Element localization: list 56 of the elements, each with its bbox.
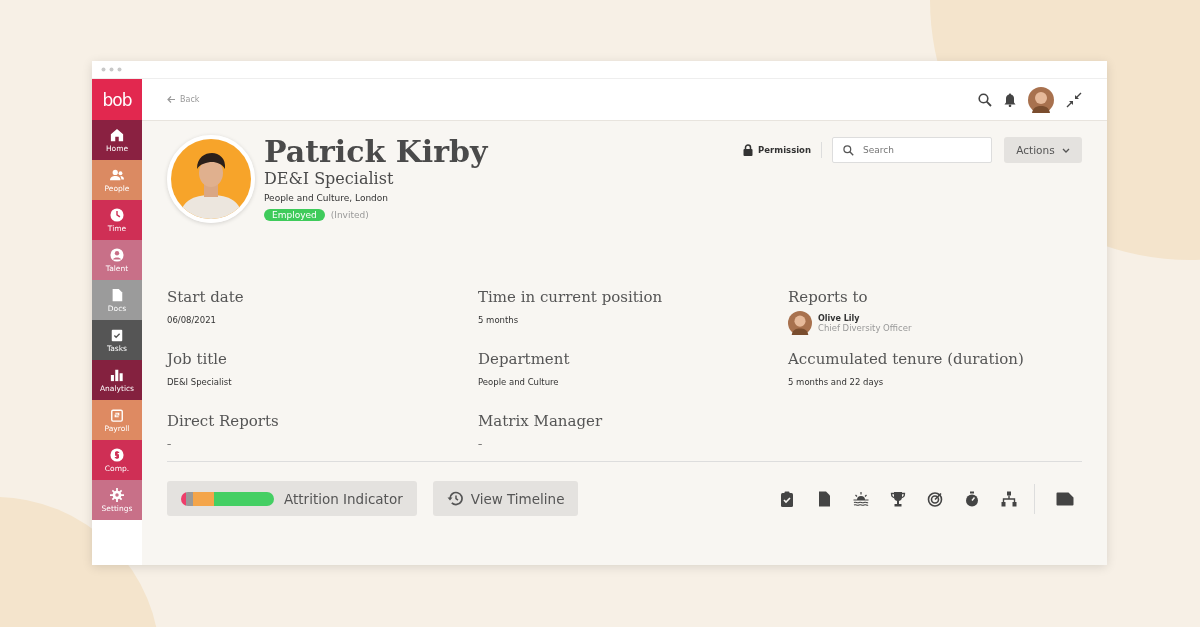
folder-icon[interactable]: [1056, 491, 1074, 506]
bar-chart-icon: [110, 367, 124, 382]
search-icon[interactable]: [978, 92, 992, 107]
field-label: Reports to: [788, 287, 869, 307]
target-icon[interactable]: [927, 490, 943, 507]
field-label: Job title: [167, 349, 228, 369]
search-icon: [843, 144, 854, 156]
logo[interactable]: bob: [92, 79, 142, 120]
view-timeline-button[interactable]: View Timeline: [432, 481, 579, 516]
window-dots-icon: [101, 67, 123, 72]
search-field[interactable]: Search: [832, 137, 992, 163]
manager-name[interactable]: Olive Lily: [818, 313, 912, 323]
status-badge: Employed: [264, 209, 325, 221]
department-location: People and Culture, London: [264, 193, 390, 203]
settings-icon: [110, 487, 124, 502]
manager-role: Chief Diversity Officer: [818, 322, 912, 333]
permission-link[interactable]: Permission: [743, 144, 811, 156]
clock-icon: [110, 207, 124, 222]
job-title: DE&I Specialist: [264, 169, 395, 189]
status-note: (Invited): [330, 210, 369, 220]
clipboard-check-icon: [110, 327, 124, 342]
calendar-icon: [110, 407, 124, 422]
attrition-indicator-button[interactable]: Attrition Indicator: [167, 481, 417, 516]
org-chart-icon[interactable]: [1001, 490, 1017, 507]
field-value: People and Culture: [478, 377, 560, 387]
field-value: 06/08/2021: [167, 315, 217, 325]
person-name: Patrick Kirby: [264, 135, 488, 169]
document-icon: [110, 287, 124, 302]
trophy-icon[interactable]: [890, 490, 906, 507]
arrow-left-icon: [167, 96, 175, 103]
bell-icon[interactable]: [1004, 92, 1016, 107]
lock-icon: [743, 144, 754, 156]
people-icon: [110, 167, 124, 182]
dollar-icon: [110, 447, 124, 462]
sunrise-icon[interactable]: [853, 490, 869, 507]
field-label: Accumulated tenure (duration): [788, 349, 1025, 369]
field-value: 5 months: [478, 315, 520, 325]
field-label: Matrix Manager: [478, 411, 604, 431]
clipboard-check-icon[interactable]: [779, 490, 795, 507]
stopwatch-icon[interactable]: [964, 490, 980, 507]
field-label: Start date: [167, 287, 245, 307]
history-icon: [446, 491, 463, 506]
chevron-down-icon: [1061, 147, 1070, 153]
home-icon: [110, 127, 124, 142]
actions-button[interactable]: Actions: [1004, 137, 1082, 163]
field-label: Department: [478, 349, 571, 369]
document-icon[interactable]: [816, 490, 832, 507]
person-icon: [110, 247, 124, 262]
field-value: –: [478, 439, 484, 449]
field-value: 5 months and 22 days: [788, 377, 885, 387]
back-link[interactable]: Back: [167, 95, 200, 104]
collapse-icon[interactable]: [1066, 91, 1082, 108]
field-value: –: [167, 439, 173, 449]
field-value: DE&I Specialist: [167, 377, 233, 387]
field-label: Direct Reports: [167, 411, 280, 431]
field-label: Time in current position: [478, 287, 664, 307]
